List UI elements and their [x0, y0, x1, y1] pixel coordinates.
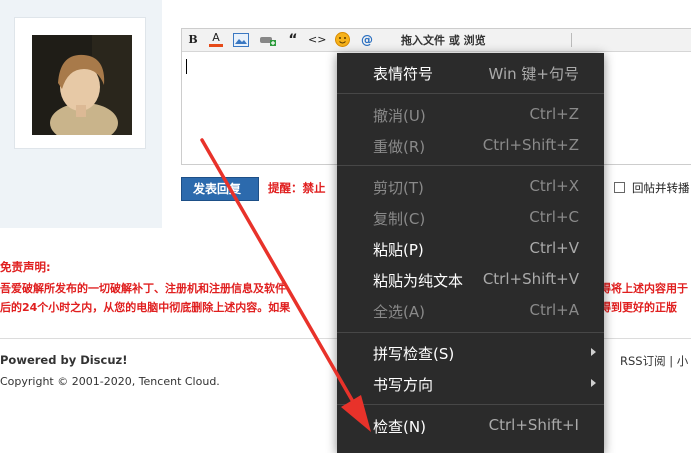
- bold-icon[interactable]: B: [184, 31, 202, 49]
- submenu-arrow-icon: [591, 379, 596, 387]
- menu-separator: [337, 332, 604, 333]
- menu-item-label: 粘贴为纯文本: [373, 272, 464, 290]
- menu-separator: [337, 93, 604, 94]
- menu-item-shortcut: Ctrl+Shift+V: [482, 270, 579, 288]
- menu-item-label: 表情符号: [373, 65, 434, 83]
- attach-icon[interactable]: [259, 31, 277, 49]
- menu-item-shortcut: Ctrl+Shift+I: [488, 416, 579, 434]
- repost-label: 回帖并转播: [632, 181, 690, 195]
- disclaimer-line-1-tail: 得将上述内容用于: [600, 282, 688, 295]
- menu-item-redo[interactable]: 重做(R) Ctrl+Shift+Z: [337, 132, 604, 163]
- upload-link[interactable]: 拖入文件 或 浏览: [401, 32, 486, 48]
- menu-item-label: 书写方向: [373, 376, 434, 394]
- menu-item-cut[interactable]: 剪切(T) Ctrl+X: [337, 173, 604, 204]
- menu-item-inspect[interactable]: 检查(N) Ctrl+Shift+I: [337, 412, 604, 443]
- text-caret: [186, 59, 187, 74]
- menu-item-shortcut: Ctrl+A: [529, 301, 579, 319]
- disclaimer-line-1: 吾爱破解所发布的一切破解补丁、注册机和注册信息及软件: [0, 282, 286, 295]
- submenu-arrow-icon: [591, 348, 596, 356]
- disclaimer-title: 免责声明:: [0, 260, 51, 274]
- menu-item-emoji[interactable]: 表情符号 Win 键+句号: [337, 59, 604, 90]
- image-icon[interactable]: [232, 31, 250, 49]
- avatar-frame: [15, 18, 145, 148]
- disclaimer-line-2: 后的24个小时之内，从您的电脑中彻底删除上述内容。如果: [0, 301, 291, 314]
- toolbar-divider: [571, 33, 572, 47]
- disclaimer-line-2-tail: 得到更好的正版: [600, 301, 677, 314]
- menu-item-paste[interactable]: 粘贴(P) Ctrl+V: [337, 235, 604, 266]
- repost-checkbox[interactable]: [614, 182, 625, 193]
- menu-item-label: 重做(R): [373, 138, 426, 156]
- menu-item-shortcut: Win 键+句号: [488, 65, 579, 83]
- menu-separator: [337, 165, 604, 166]
- menu-item-undo[interactable]: 撤消(U) Ctrl+Z: [337, 101, 604, 132]
- code-icon[interactable]: <>: [308, 31, 326, 49]
- menu-item-shortcut: Ctrl+Shift+Z: [482, 136, 579, 154]
- powered-by-link[interactable]: Powered by Discuz!: [0, 353, 127, 367]
- rss-link[interactable]: RSS订阅 | 小: [620, 353, 688, 369]
- menu-item-label: 剪切(T): [373, 179, 424, 197]
- reply-tip: 提醒：禁止: [268, 181, 326, 195]
- menu-item-label: 撤消(U): [373, 107, 426, 125]
- menu-item-label: 全选(A): [373, 303, 425, 321]
- menu-item-paste-plain[interactable]: 粘贴为纯文本 Ctrl+Shift+V: [337, 266, 604, 297]
- copyright-text: Copyright © 2001-2020, Tencent Cloud.: [0, 375, 220, 388]
- smiley-icon[interactable]: [333, 31, 351, 49]
- menu-item-copy[interactable]: 复制(C) Ctrl+C: [337, 204, 604, 235]
- menu-item-select-all[interactable]: 全选(A) Ctrl+A: [337, 297, 604, 328]
- editor-toolbar: B A “ <> @ 拖入文件 或 浏览: [182, 29, 691, 52]
- menu-item-shortcut: Ctrl+V: [529, 239, 579, 257]
- menu-item-shortcut: Ctrl+C: [529, 208, 579, 226]
- quote-icon[interactable]: “: [284, 31, 302, 49]
- menu-item-shortcut: Ctrl+X: [529, 177, 579, 195]
- font-color-icon[interactable]: A: [207, 31, 225, 49]
- menu-item-shortcut: Ctrl+Z: [529, 105, 579, 123]
- menu-item-label: 粘贴(P): [373, 241, 424, 259]
- at-icon[interactable]: @: [358, 31, 376, 49]
- menu-item-label: 检查(N): [373, 418, 426, 436]
- menu-item-label: 拼写检查(S): [373, 345, 455, 363]
- menu-item-spellcheck[interactable]: 拼写检查(S): [337, 339, 604, 370]
- left-profile-column: [0, 0, 162, 228]
- avatar[interactable]: [32, 35, 132, 135]
- context-menu: 表情符号 Win 键+句号 撤消(U) Ctrl+Z 重做(R) Ctrl+Sh…: [337, 53, 604, 453]
- submit-reply-button[interactable]: 发表回复: [181, 177, 259, 201]
- menu-separator: [337, 404, 604, 405]
- menu-item-writing-direction[interactable]: 书写方向: [337, 370, 604, 401]
- menu-item-label: 复制(C): [373, 210, 426, 228]
